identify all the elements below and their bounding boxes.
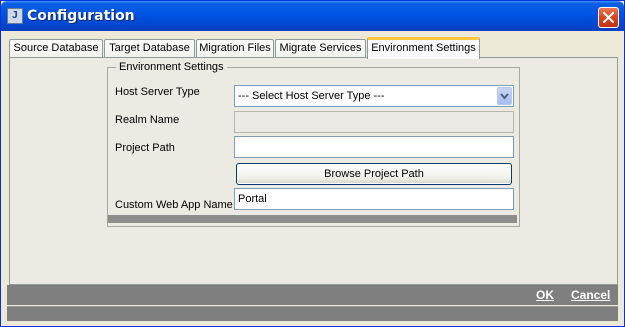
project-path-label: Project Path xyxy=(115,142,175,154)
tab-target-database[interactable]: Target Database xyxy=(104,39,195,58)
progress-strip xyxy=(108,215,517,223)
custom-web-app-name-label: Custom Web App Name xyxy=(115,199,233,211)
group-legend: Environment Settings xyxy=(116,61,227,73)
app-icon: J xyxy=(7,8,23,24)
configuration-window: J Configuration Source Database Target D… xyxy=(0,0,625,327)
browse-project-path-button[interactable]: Browse Project Path xyxy=(236,163,512,185)
dropdown-button[interactable] xyxy=(497,87,512,105)
tab-migrate-services[interactable]: Migrate Services xyxy=(275,39,366,58)
tab-environment-settings[interactable]: Environment Settings xyxy=(367,37,480,59)
chevron-down-icon xyxy=(500,93,509,100)
close-button[interactable] xyxy=(598,7,619,28)
host-server-type-select[interactable]: --- Select Host Server Type --- xyxy=(234,85,514,107)
host-server-type-label: Host Server Type xyxy=(115,86,200,98)
tab-migration-files[interactable]: Migration Files xyxy=(196,39,274,58)
window-title: Configuration xyxy=(27,8,135,24)
custom-web-app-name-field[interactable]: Portal xyxy=(234,188,514,210)
environment-settings-panel: Environment Settings Host Server Type --… xyxy=(9,57,618,285)
status-bar xyxy=(7,306,618,321)
dialog-footer: OK Cancel xyxy=(7,285,618,305)
tab-source-database[interactable]: Source Database xyxy=(9,39,103,58)
title-bar[interactable]: J Configuration xyxy=(1,1,624,31)
host-server-type-value: --- Select Host Server Type --- xyxy=(238,90,385,102)
realm-name-field xyxy=(234,111,514,133)
cancel-button[interactable]: Cancel xyxy=(571,288,610,302)
close-icon xyxy=(603,12,614,23)
ok-button[interactable]: OK xyxy=(536,288,554,302)
realm-name-label: Realm Name xyxy=(115,114,180,126)
project-path-field[interactable] xyxy=(234,136,514,158)
